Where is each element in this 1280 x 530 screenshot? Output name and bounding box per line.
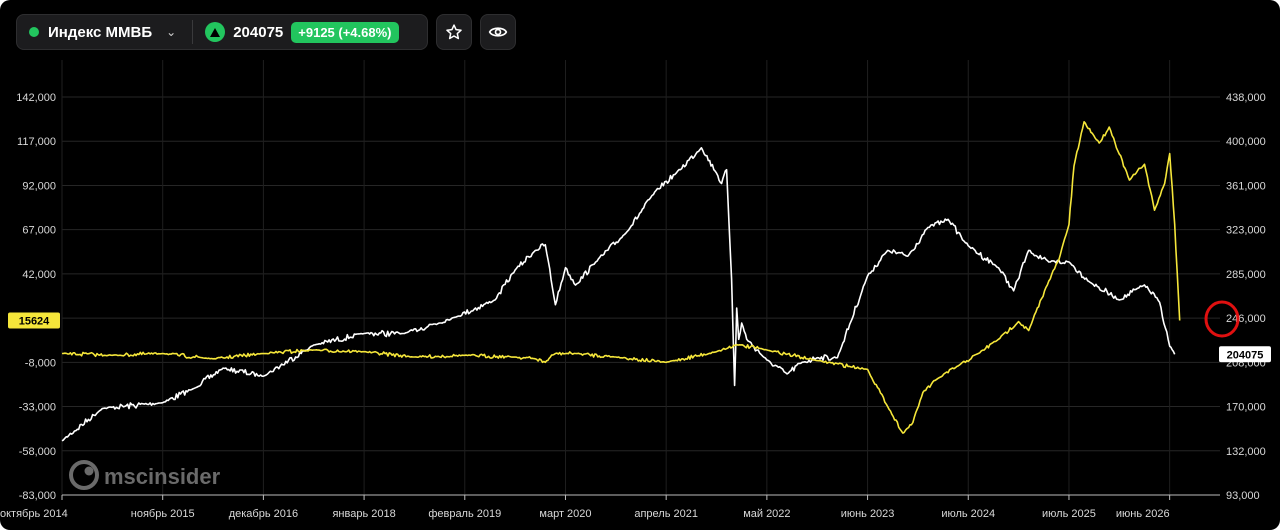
x-axis-tick-label: декабрь 2016 bbox=[229, 508, 298, 520]
x-axis-tick-label: июль 2024 bbox=[941, 508, 995, 520]
x-axis-tick-label: июнь 2023 bbox=[841, 508, 895, 520]
chart-window: Индекс ММВБ ⌄ 204075 +9125 (+4.68%) msci… bbox=[0, 0, 1280, 530]
left-axis-tick-label: -83,000 bbox=[19, 490, 56, 502]
x-axis-tick-label: февраль 2019 bbox=[428, 508, 501, 520]
x-axis-tick-label: июнь 2026 bbox=[1116, 508, 1170, 520]
series-line-yellow bbox=[61, 121, 1181, 434]
x-axis-tick-label: март 2020 bbox=[539, 508, 591, 520]
x-axis-tick-label: апрель 2021 bbox=[634, 508, 698, 520]
left-axis-tick-label: -8,000 bbox=[25, 357, 56, 369]
right-axis-tick-label: 246,000 bbox=[1226, 313, 1266, 325]
right-axis-tick-label: 285,000 bbox=[1226, 269, 1266, 281]
right-axis-tick-label: 170,000 bbox=[1226, 402, 1266, 414]
x-axis-tick-label: октябрь 2014 bbox=[0, 508, 68, 520]
x-axis-tick-label: январь 2018 bbox=[332, 508, 395, 520]
left-axis-tick-label: 117,000 bbox=[17, 136, 56, 148]
right-axis-tick-label: 438,000 bbox=[1226, 92, 1266, 104]
left-axis-tick-label: -58,000 bbox=[19, 446, 56, 458]
left-axis-tick-label: 92,000 bbox=[22, 180, 56, 192]
x-axis-tick-label: июль 2025 bbox=[1042, 508, 1096, 520]
watermark: mscinsider bbox=[69, 460, 221, 490]
left-axis-tick-label: 142,000 bbox=[16, 92, 56, 104]
line-chart[interactable]: mscinsider 142,000 438,000 117,000 400,000 9… bbox=[0, 0, 1280, 530]
left-axis-tick-label: 42,000 bbox=[22, 269, 56, 281]
right-axis-tick-label: 93,000 bbox=[1226, 490, 1260, 502]
white-last-value: 204075 bbox=[1227, 349, 1264, 361]
right-axis-tick-label: 400,000 bbox=[1226, 136, 1266, 148]
series-line-white bbox=[61, 147, 1176, 442]
msc-logo-icon bbox=[69, 460, 99, 490]
left-axis-tick-label: -33,000 bbox=[19, 402, 56, 414]
x-axis-tick-label: май 2022 bbox=[743, 508, 790, 520]
yellow-last-value: 15624 bbox=[19, 316, 50, 328]
right-axis-tick-label: 323,000 bbox=[1226, 225, 1266, 237]
watermark-text: mscinsider bbox=[104, 464, 221, 489]
right-axis-tick-label: 132,000 bbox=[1226, 446, 1266, 458]
right-axis-tick-label: 361,000 bbox=[1226, 180, 1266, 192]
x-axis-tick-label: ноябрь 2015 bbox=[131, 508, 195, 520]
left-axis-tick-label: 67,000 bbox=[22, 225, 56, 237]
